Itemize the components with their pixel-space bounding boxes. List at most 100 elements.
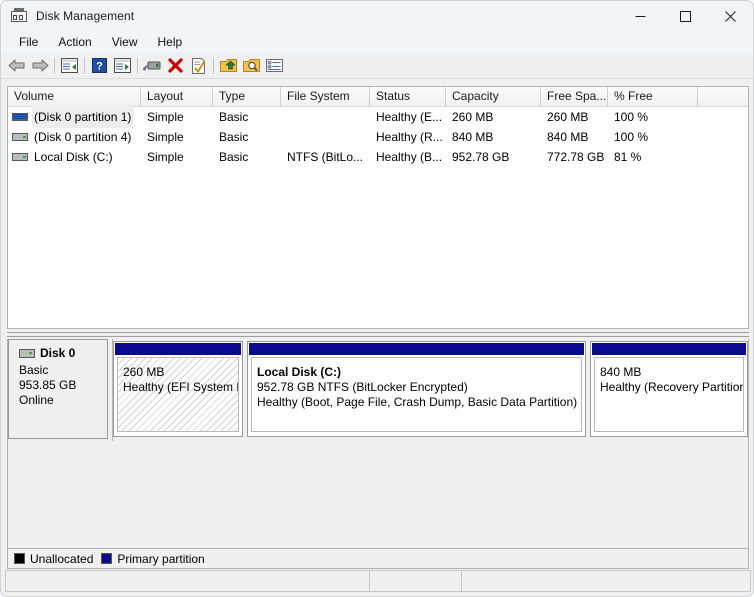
- recovery-partition[interactable]: 840 MB Healthy (Recovery Partition): [590, 341, 748, 437]
- legend-unallocated: Unallocated: [14, 552, 93, 566]
- column-header-free-space[interactable]: Free Spa...: [541, 87, 608, 106]
- partition-status: Healthy (Boot, Page File, Crash Dump, Ba…: [257, 395, 578, 409]
- column-header-status[interactable]: Status: [370, 87, 446, 106]
- export-list-icon[interactable]: [217, 55, 240, 77]
- volume-name: (Disk 0 partition 4): [34, 130, 132, 144]
- cell-file-system: NTFS (BitLo...: [287, 150, 364, 164]
- disk-strip: Disk 0 Basic 953.85 GB Online 260 MB Hea…: [8, 339, 748, 441]
- cell-volume[interactable]: (Disk 0 partition 1): [8, 106, 141, 128]
- cell-percent-free: 100 %: [614, 130, 649, 144]
- partition-status: Healthy (Recovery Partition): [600, 380, 744, 394]
- local-disk-c-partition[interactable]: Local Disk (C:) 952.78 GB NTFS (BitLocke…: [247, 341, 586, 437]
- partition-color-bar: [592, 343, 746, 355]
- volume-list-header: Volume Layout Type File System Status Ca…: [8, 87, 748, 107]
- cell-percent-free: 100 %: [614, 110, 649, 124]
- cell-type: Basic: [219, 130, 249, 144]
- titlebar: Disk Management: [1, 1, 753, 31]
- menu-action[interactable]: Action: [48, 32, 101, 53]
- partition-strip: 260 MB Healthy (EFI System Pa... Local D…: [112, 339, 748, 441]
- task-list-icon[interactable]: [263, 55, 286, 77]
- column-header-file-system[interactable]: File System: [281, 87, 370, 106]
- cell-free-space: 772.78 GB: [547, 150, 605, 164]
- table-row[interactable]: (Disk 0 partition 4) Simple Basic Health…: [8, 127, 748, 147]
- statusbar-pane-3: [462, 571, 750, 591]
- toolbar-separator: [213, 57, 214, 74]
- partition-size: 260 MB: [123, 365, 165, 379]
- statusbar-pane-1: [6, 571, 370, 591]
- column-header-blank[interactable]: [698, 87, 748, 106]
- cell-volume[interactable]: Local Disk (C:): [8, 146, 141, 168]
- menu-view[interactable]: View: [102, 32, 148, 53]
- volume-name: (Disk 0 partition 1): [32, 106, 135, 128]
- disk-management-icon: [11, 8, 27, 24]
- volume-list-rows: (Disk 0 partition 1) Simple Basic Health…: [8, 106, 748, 167]
- show-hide-action-pane-icon[interactable]: [111, 55, 134, 77]
- disk-type: Basic: [19, 363, 49, 377]
- cell-capacity: 952.78 GB: [452, 150, 510, 164]
- cell-capacity: 260 MB: [452, 110, 494, 124]
- statusbar-pane-2: [370, 571, 462, 591]
- partition-label: Local Disk (C:): [257, 365, 342, 379]
- cell-percent-free: 81 %: [614, 150, 642, 164]
- delete-icon[interactable]: [164, 55, 187, 77]
- volume-name: Local Disk (C:): [34, 150, 113, 164]
- disk-management-window: Disk Management File Action View Help ? …: [0, 0, 754, 597]
- forward-icon[interactable]: [28, 55, 51, 77]
- maximize-button[interactable]: [663, 1, 708, 31]
- column-header-percent-free[interactable]: % Free: [608, 87, 698, 106]
- partition-details: 260 MB Healthy (EFI System Pa...: [117, 357, 239, 432]
- menubar: File Action View Help: [1, 31, 753, 53]
- minimize-button[interactable]: [618, 1, 663, 31]
- help-icon[interactable]: ?: [88, 55, 111, 77]
- pane-splitter[interactable]: [7, 332, 749, 337]
- cell-layout: Simple: [147, 110, 184, 124]
- caption-buttons: [618, 1, 753, 31]
- window-title: Disk Management: [36, 9, 135, 23]
- partition-details: 840 MB Healthy (Recovery Partition): [594, 357, 744, 432]
- cell-capacity: 840 MB: [452, 130, 494, 144]
- disk-info-panel[interactable]: Disk 0 Basic 953.85 GB Online: [8, 339, 108, 439]
- cell-status: Healthy (B...: [376, 150, 443, 164]
- toolbar-separator: [137, 57, 138, 74]
- toolbar-separator: [84, 57, 85, 74]
- toolbar-separator: [54, 57, 55, 74]
- partition-color-bar: [249, 343, 584, 355]
- cell-volume[interactable]: (Disk 0 partition 4): [8, 126, 141, 148]
- drive-icon: [12, 131, 28, 143]
- column-header-capacity[interactable]: Capacity: [446, 87, 541, 106]
- properties-icon[interactable]: [187, 55, 210, 77]
- cell-free-space: 840 MB: [547, 130, 589, 144]
- column-header-layout[interactable]: Layout: [141, 87, 213, 106]
- disk-icon: [19, 348, 35, 358]
- close-button[interactable]: [708, 1, 753, 31]
- cell-status: Healthy (R...: [376, 130, 443, 144]
- cell-type: Basic: [219, 150, 249, 164]
- statusbar: [5, 570, 751, 592]
- disk-title: Disk 0: [19, 346, 107, 360]
- disk-status: Online: [19, 393, 54, 407]
- menu-file[interactable]: File: [9, 32, 48, 53]
- disk-size: 953.85 GB: [19, 378, 77, 392]
- menu-help[interactable]: Help: [148, 32, 193, 53]
- column-header-volume[interactable]: Volume: [8, 87, 141, 106]
- back-icon[interactable]: [5, 55, 28, 77]
- column-header-type[interactable]: Type: [213, 87, 281, 106]
- legend-unallocated-swatch: [14, 553, 25, 564]
- show-hide-console-tree-icon[interactable]: [58, 55, 81, 77]
- cell-free-space: 260 MB: [547, 110, 589, 124]
- legend-unallocated-label: Unallocated: [30, 551, 94, 566]
- partition-details: Local Disk (C:) 952.78 GB NTFS (BitLocke…: [251, 357, 582, 432]
- partition-status: Healthy (EFI System Pa...: [123, 380, 238, 394]
- efi-partition[interactable]: 260 MB Healthy (EFI System Pa...: [113, 341, 243, 437]
- cell-layout: Simple: [147, 150, 184, 164]
- cell-status: Healthy (E...: [376, 110, 443, 124]
- partition-size: 952.78 GB NTFS (BitLocker Encrypted): [257, 380, 468, 394]
- table-row[interactable]: Local Disk (C:) Simple Basic NTFS (BitLo…: [8, 147, 748, 167]
- volume-list[interactable]: Volume Layout Type File System Status Ca…: [7, 86, 749, 329]
- search-folder-icon[interactable]: [240, 55, 263, 77]
- partition-color-bar: [115, 343, 241, 355]
- table-row[interactable]: (Disk 0 partition 1) Simple Basic Health…: [8, 106, 748, 128]
- rescan-disks-icon[interactable]: [141, 55, 164, 77]
- legend: Unallocated Primary partition: [7, 549, 749, 569]
- toolbar: ?: [1, 53, 753, 79]
